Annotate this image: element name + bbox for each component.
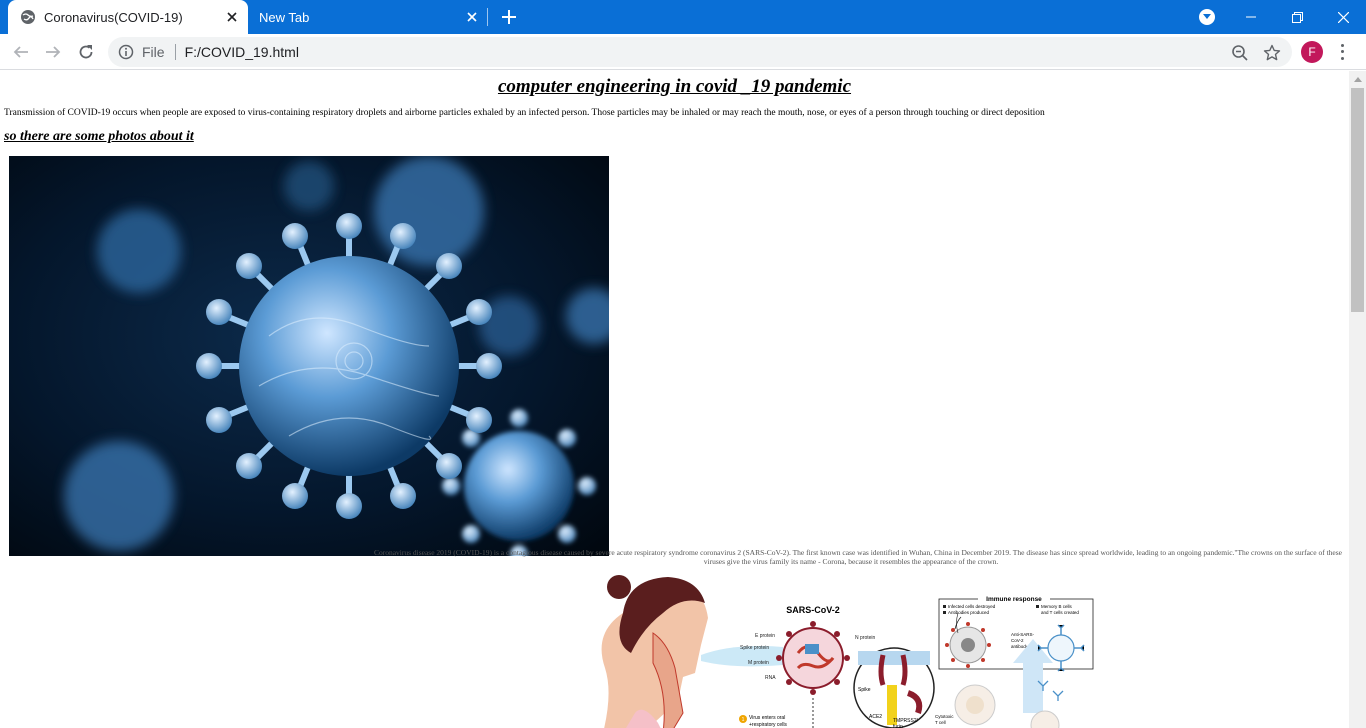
star-icon[interactable] [1263, 44, 1281, 62]
window-close-button[interactable] [1320, 0, 1366, 34]
reload-icon [79, 45, 93, 59]
forward-button[interactable] [41, 40, 65, 64]
menu-button[interactable] [1336, 42, 1348, 62]
immune-response-title: Immune response [986, 596, 1042, 603]
rna-label: RNA [765, 675, 776, 681]
tab-search-button[interactable] [1199, 9, 1215, 25]
cytotoxic-label: Cytotoxic [935, 714, 954, 719]
t-cell-label: T cell [935, 720, 946, 725]
browser-toolbar: File F:/COVID_19.html F [0, 34, 1366, 70]
new-tab-button[interactable] [498, 6, 520, 28]
scrollbar-thumb[interactable] [1351, 88, 1364, 312]
chevron-down-icon [1203, 14, 1211, 19]
photos-subheading: so there are some photos about it [4, 129, 194, 144]
url-text[interactable]: F:/COVID_19.html [185, 44, 299, 60]
avatar[interactable]: F [1301, 41, 1323, 63]
spike-label: Spike [858, 687, 871, 693]
t-cells-created-label: and T cells created [1041, 610, 1079, 615]
page-scrollbar[interactable] [1349, 71, 1366, 728]
intro-paragraph: Transmission of COVID-19 occurs when peo… [4, 108, 1045, 118]
close-icon[interactable] [222, 7, 242, 27]
arrow-right-icon [46, 46, 61, 58]
infected-destroyed-label: Infected cells destroyed [948, 604, 996, 609]
anti-sars-2-label: CoV-2 [1011, 638, 1024, 643]
scroll-up-button[interactable] [1349, 71, 1366, 88]
page-viewport: computer engineering in covid _19 pandem… [0, 71, 1349, 728]
tab-strip: Coronavirus(COVID-19) New Tab [0, 0, 1366, 34]
image-caption: Coronavirus disease 2019 (COVID-19) is a… [373, 548, 1342, 566]
page-title: computer engineering in covid _19 pandem… [497, 76, 852, 97]
tab-title: New Tab [259, 9, 310, 25]
antibodies-produced-label: Antibodies produced [948, 610, 990, 615]
respiratory-cells-label: +respiratory cells [749, 722, 787, 728]
spike-protein-label: Spike protein [740, 645, 769, 651]
m-protein-label: M protein [748, 660, 769, 666]
furin-label: furin [893, 724, 903, 728]
infection-diagram: SARS-CoV-2 E protein Spike protein M pro… [601, 575, 1094, 728]
tab-divider [487, 8, 488, 26]
globe-icon [21, 10, 35, 24]
arrow-left-icon [13, 46, 28, 58]
virus-label: SARS-CoV-2 [786, 605, 840, 615]
anti-sars-label: Anti-SARS- [1011, 632, 1035, 637]
close-icon[interactable] [462, 7, 482, 27]
close-icon [1337, 11, 1349, 23]
address-bar[interactable]: File F:/COVID_19.html [108, 37, 1292, 67]
step-number: 1 [742, 717, 745, 723]
e-protein-label: E protein [755, 633, 775, 639]
url-scheme-label: File [142, 44, 165, 60]
zoom-icon[interactable] [1231, 44, 1249, 62]
coronavirus-image [9, 156, 609, 556]
restore-icon [1291, 11, 1303, 23]
minimize-button[interactable] [1228, 0, 1274, 34]
chevron-up-icon [1353, 77, 1362, 82]
minimize-icon [1246, 16, 1256, 18]
ace2-label: ACE2 [869, 714, 882, 720]
tab-new-tab[interactable]: New Tab [248, 0, 488, 34]
plus-icon [502, 10, 516, 24]
omnibox-divider [174, 44, 176, 60]
tab-title: Coronavirus(COVID-19) [44, 9, 183, 25]
reload-button[interactable] [74, 40, 98, 64]
memory-b-label: Memory B cells [1041, 604, 1073, 609]
info-icon[interactable] [118, 44, 134, 60]
virus-enters-label: Virus enters oral [749, 715, 785, 721]
tab-coronavirus[interactable]: Coronavirus(COVID-19) [8, 0, 248, 34]
n-protein-label: N protein [855, 635, 876, 641]
back-button[interactable] [9, 40, 33, 64]
restore-button[interactable] [1274, 0, 1320, 34]
